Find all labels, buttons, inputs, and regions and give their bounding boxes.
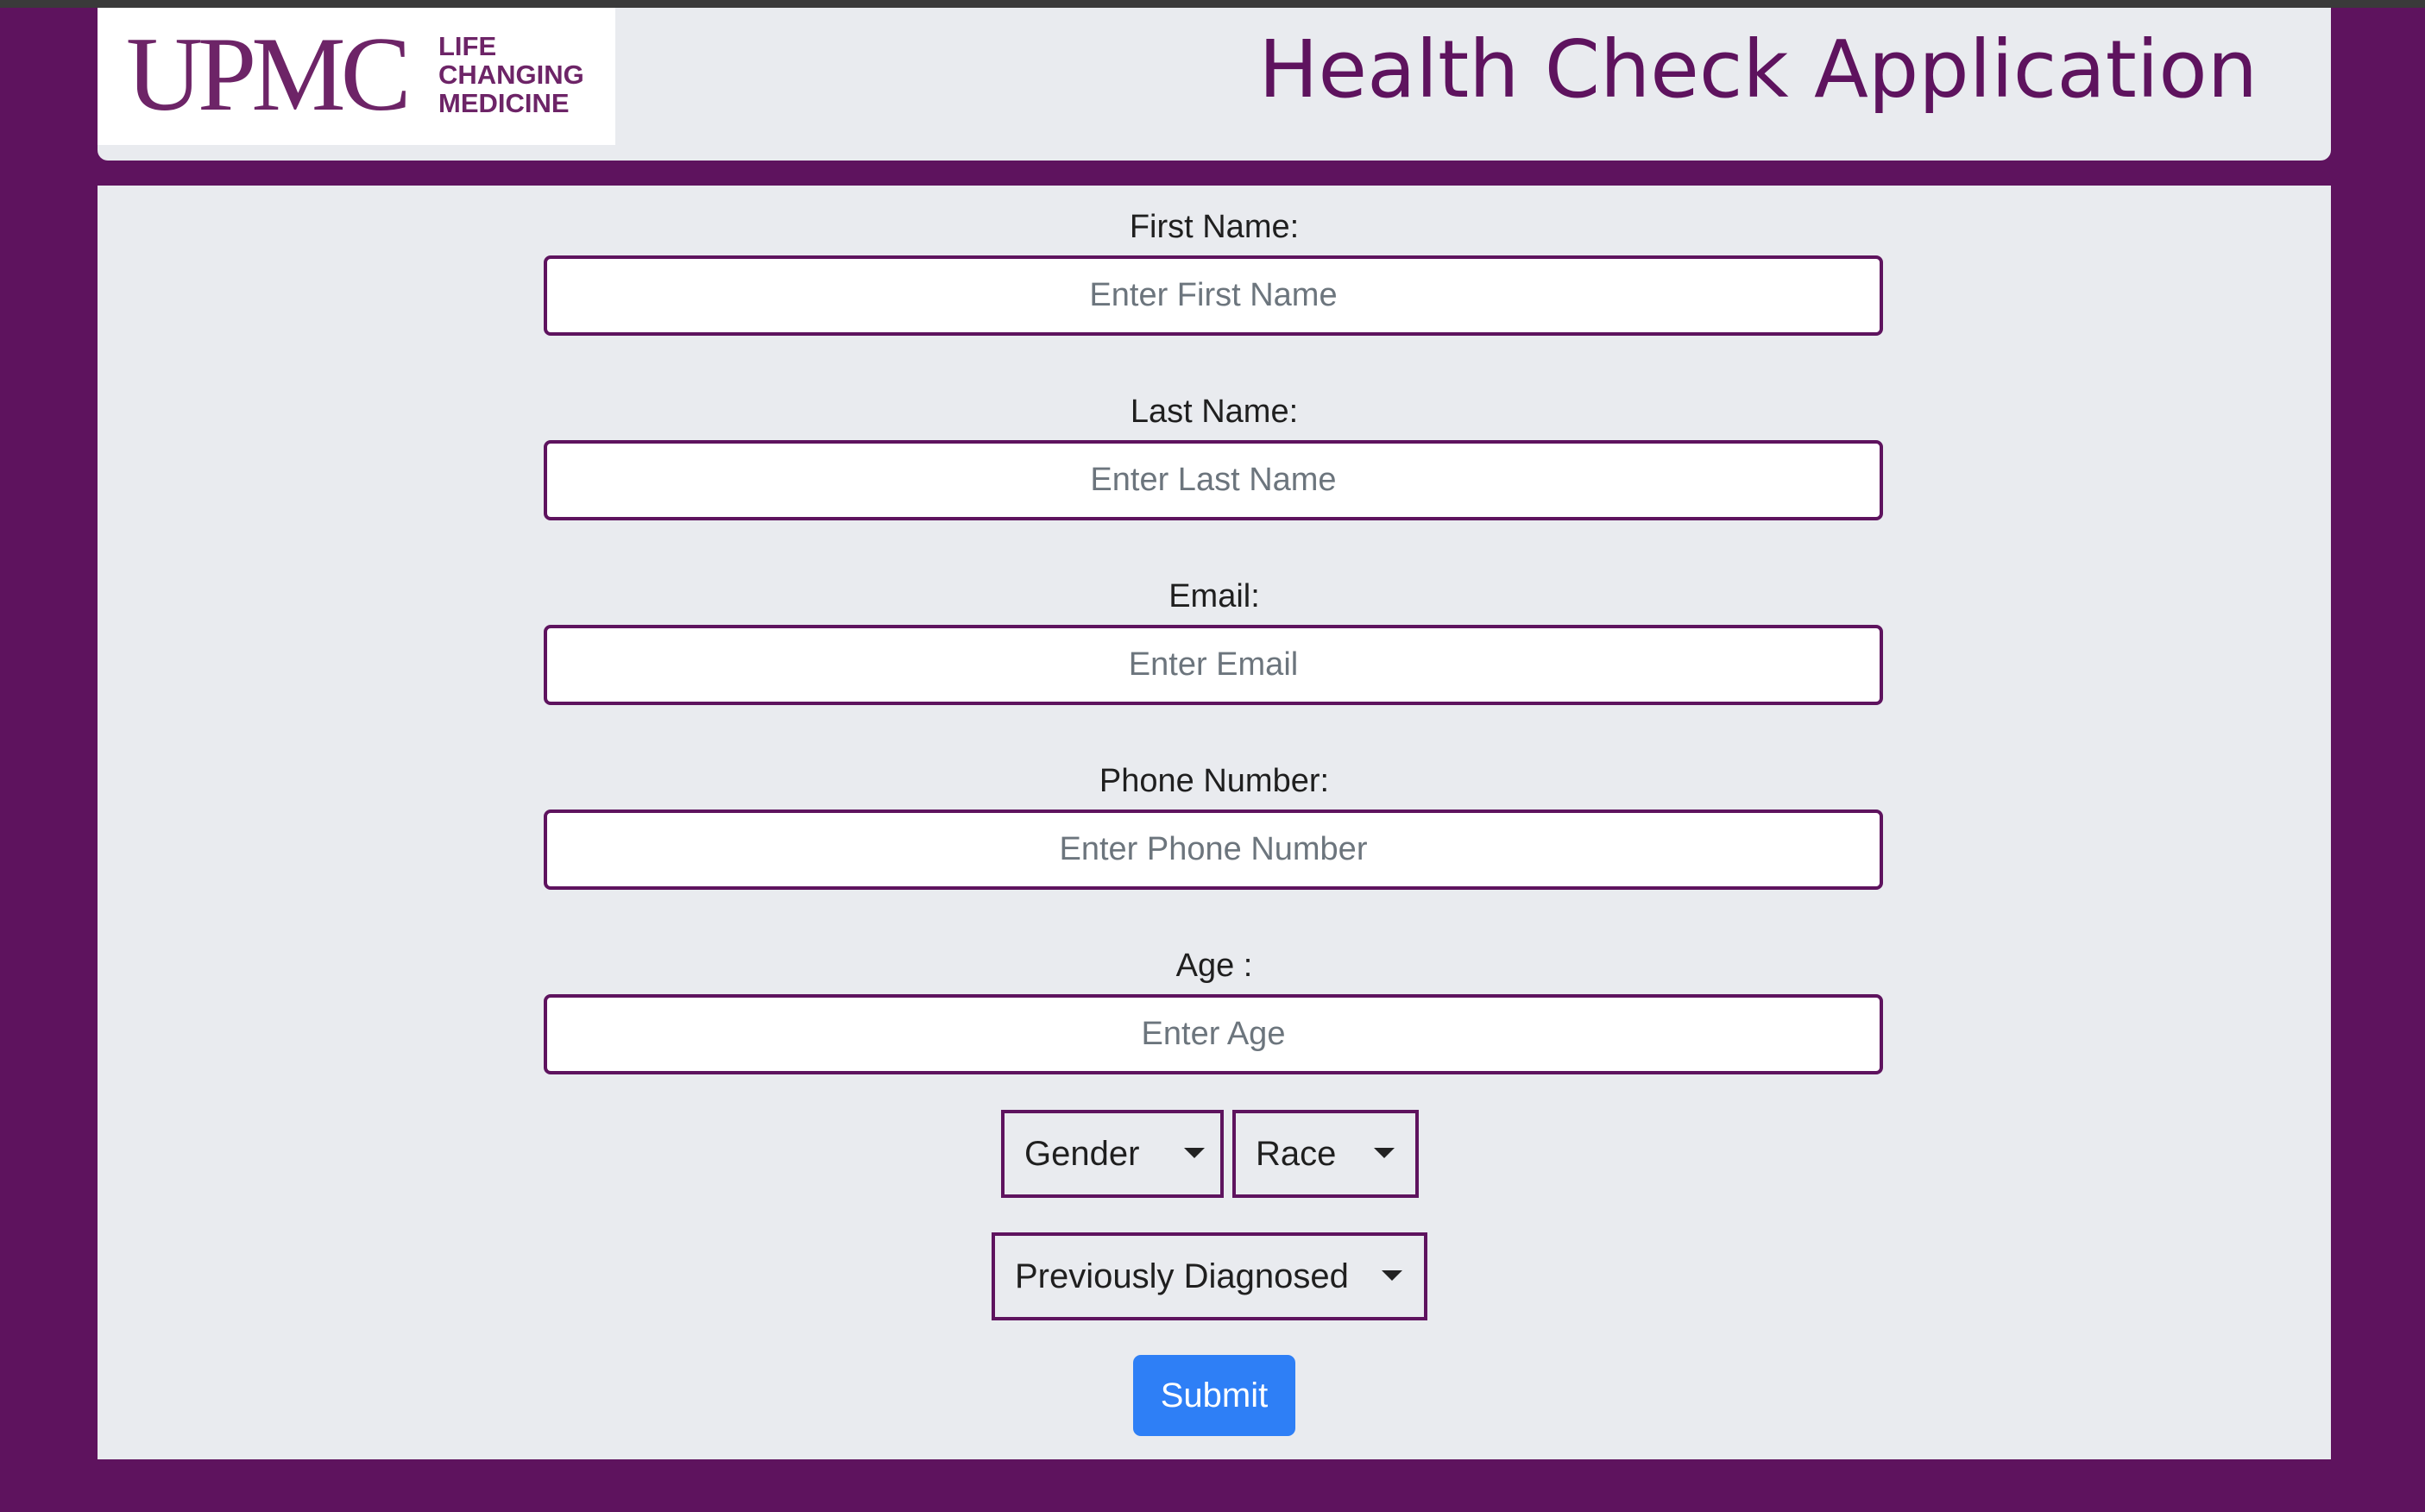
last-name-input[interactable] xyxy=(544,440,1883,520)
first-name-label: First Name: xyxy=(1129,209,1300,245)
age-input[interactable] xyxy=(544,994,1883,1074)
caret-down-icon xyxy=(1184,1148,1205,1158)
logo-tagline-line: MEDICINE xyxy=(438,88,570,118)
last-name-label: Last Name: xyxy=(1130,394,1299,430)
phone-number-input[interactable] xyxy=(544,810,1883,890)
race-dropdown[interactable]: Race xyxy=(1232,1110,1419,1198)
logo-tagline-line: CHANGING xyxy=(438,60,584,90)
window-top-strip xyxy=(0,0,2425,8)
logo-tagline-line: LIFE xyxy=(438,31,497,61)
page-title: Health Check Application xyxy=(1258,23,2258,116)
logo-tagline: LIFE CHANGING MEDICINE xyxy=(438,32,584,117)
phone-number-label: Phone Number: xyxy=(1099,763,1330,799)
logo-wordmark: UPMC xyxy=(126,15,412,133)
first-name-input[interactable] xyxy=(544,255,1883,336)
gender-dropdown-label: Gender xyxy=(1024,1135,1140,1173)
age-label: Age : xyxy=(1175,948,1253,984)
gender-dropdown[interactable]: Gender xyxy=(1001,1110,1224,1198)
submit-button[interactable]: Submit xyxy=(1133,1355,1295,1436)
email-input[interactable] xyxy=(544,625,1883,705)
caret-down-icon xyxy=(1382,1270,1402,1281)
email-label: Email: xyxy=(1168,578,1260,614)
caret-down-icon xyxy=(1374,1148,1395,1158)
upmc-logo: UPMC LIFE CHANGING MEDICINE xyxy=(98,8,615,145)
previously-diagnosed-dropdown[interactable]: Previously Diagnosed xyxy=(992,1232,1427,1320)
race-dropdown-label: Race xyxy=(1256,1135,1337,1173)
health-check-form: First Name: Last Name: Email: Phone Numb… xyxy=(98,186,2331,1459)
previously-diagnosed-dropdown-label: Previously Diagnosed xyxy=(1015,1257,1349,1295)
app-header: UPMC LIFE CHANGING MEDICINE Health Check… xyxy=(98,8,2331,161)
